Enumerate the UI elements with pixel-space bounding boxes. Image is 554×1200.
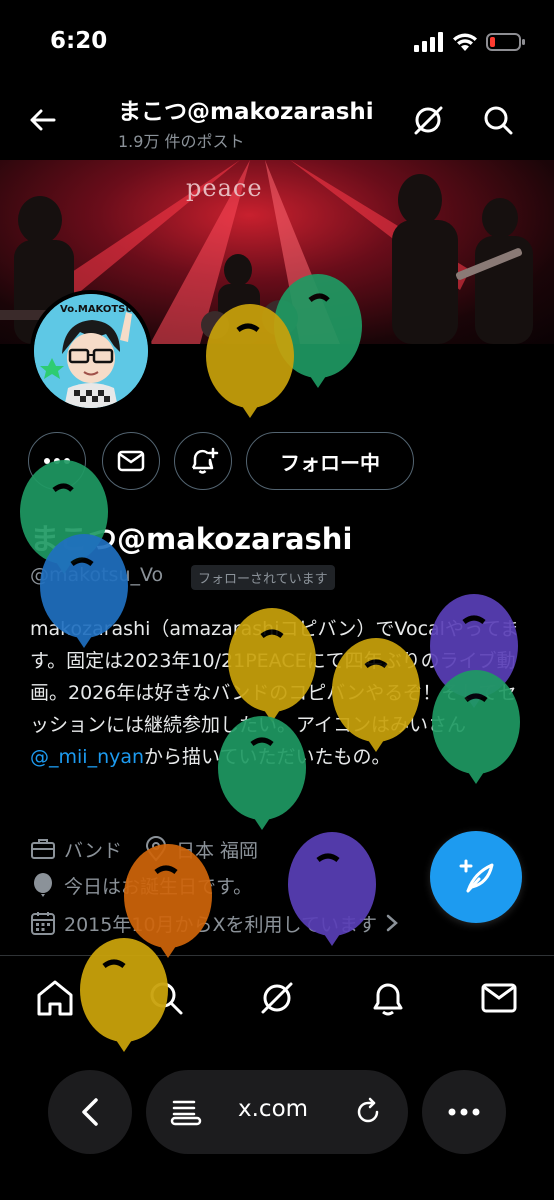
balloon-icon bbox=[34, 873, 52, 897]
status-icons bbox=[414, 32, 526, 52]
profile-header: まこつ@makozarashi 1.9万 件のポスト bbox=[0, 84, 554, 160]
profile-actions: フォロー中 bbox=[0, 432, 554, 492]
back-button[interactable] bbox=[24, 102, 60, 138]
profile-birthday: 今日はお誕生日です。 bbox=[64, 875, 253, 898]
notify-button[interactable] bbox=[174, 432, 232, 490]
profile-meta-row-1: バンド 日本 福岡 bbox=[30, 834, 258, 864]
bio-mention-link[interactable]: @_mii_nyan bbox=[30, 746, 144, 768]
profile-meta-row-2: 今日はお誕生日です。 bbox=[30, 870, 252, 900]
profile-location: 日本 福岡 bbox=[175, 839, 258, 862]
message-button[interactable] bbox=[102, 432, 160, 490]
address-bar[interactable]: x.com bbox=[146, 1070, 408, 1154]
avatar-caption: Vo.MAKOTSU bbox=[60, 304, 134, 315]
header-search-button[interactable] bbox=[478, 100, 518, 140]
tab-notifications[interactable] bbox=[366, 976, 410, 1020]
tab-messages[interactable] bbox=[477, 976, 521, 1020]
bio-text: makozarashi（amazarashiコピバン）でVocalやってます。固… bbox=[30, 618, 520, 736]
arrow-left-icon bbox=[30, 109, 56, 131]
tabbar-divider bbox=[0, 955, 554, 956]
calendar-icon bbox=[31, 912, 55, 935]
bottom-tabbar bbox=[0, 960, 554, 1038]
grok-icon bbox=[414, 106, 443, 135]
battery-icon bbox=[486, 33, 525, 51]
profile-joined: 2015年10月からXを利用しています bbox=[64, 913, 377, 936]
header-title: まこつ@makozarashi bbox=[118, 99, 374, 125]
briefcase-icon bbox=[31, 839, 55, 859]
compose-post-button[interactable] bbox=[430, 831, 522, 923]
reload-icon[interactable] bbox=[352, 1096, 384, 1128]
status-bar: 6:20 bbox=[0, 0, 554, 84]
tab-grok[interactable] bbox=[255, 976, 299, 1020]
avatar[interactable]: Vo.MAKOTSU bbox=[30, 290, 152, 412]
envelope-icon bbox=[117, 450, 145, 472]
home-icon bbox=[37, 980, 73, 1016]
handle: @makotsu_Vo bbox=[30, 564, 164, 586]
search-icon bbox=[484, 106, 513, 135]
following-button[interactable]: フォロー中 bbox=[246, 432, 414, 490]
bell-icon bbox=[373, 983, 403, 1016]
display-name: まこつ@makozarashi bbox=[30, 522, 353, 556]
bell-plus-icon bbox=[191, 447, 219, 474]
url-text: x.com bbox=[238, 1096, 309, 1122]
grok-button[interactable] bbox=[408, 100, 448, 140]
grok-icon bbox=[261, 982, 293, 1014]
compose-post-icon bbox=[459, 859, 494, 893]
more-horizontal-icon bbox=[448, 1108, 480, 1116]
follows-you-badge: フォローされています bbox=[191, 565, 335, 590]
status-time: 6:20 bbox=[50, 28, 108, 54]
more-button[interactable] bbox=[28, 432, 86, 490]
browser-toolbar: x.com bbox=[0, 1060, 554, 1160]
envelope-icon bbox=[481, 983, 517, 1013]
signal-icon bbox=[414, 32, 443, 52]
chevron-left-icon bbox=[82, 1098, 98, 1126]
tab-search[interactable] bbox=[144, 976, 188, 1020]
profile-category: バンド bbox=[64, 839, 122, 862]
location-icon bbox=[145, 836, 166, 862]
post-count: 1.9万 件のポスト bbox=[118, 132, 245, 151]
browser-more-button[interactable] bbox=[422, 1070, 506, 1154]
venue-sign: peace bbox=[186, 174, 263, 202]
profile-meta-row-3[interactable]: 2015年10月からXを利用しています bbox=[30, 908, 399, 938]
bio: makozarashi（amazarashiコピバン）でVocalやってます。固… bbox=[30, 613, 528, 773]
search-icon bbox=[150, 982, 183, 1015]
browser-back-button[interactable] bbox=[48, 1070, 132, 1154]
bio-tail: から描いていただいたもの。 bbox=[144, 746, 391, 768]
chevron-right-icon bbox=[386, 914, 398, 932]
reader-icon bbox=[170, 1100, 202, 1126]
tab-home[interactable] bbox=[33, 976, 77, 1020]
more-horizontal-icon bbox=[44, 458, 70, 464]
wifi-icon bbox=[453, 33, 477, 51]
